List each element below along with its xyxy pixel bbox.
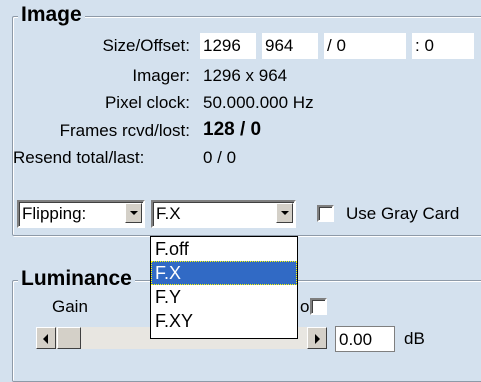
- offset-x-field[interactable]: / 0: [324, 33, 406, 59]
- gain-unit-label: dB: [404, 329, 425, 348]
- gain-slider-thumb[interactable]: [57, 327, 81, 349]
- chevron-down-icon: [130, 211, 138, 215]
- arrow-left-icon: [43, 334, 48, 344]
- size-offset-label: Size/Offset:: [102, 36, 190, 55]
- use-gray-card-label[interactable]: Use Gray Card: [346, 204, 459, 224]
- flipping-combo-text: Flipping:: [22, 204, 87, 223]
- pixel-clock-label: Pixel clock:: [104, 93, 190, 112]
- flip-mode-dropdown-button[interactable]: [276, 203, 293, 223]
- flipping-combo[interactable]: Flipping:: [17, 200, 145, 228]
- frames-label: Frames rcvd/lost:: [59, 121, 190, 140]
- luminance-group-title: Luminance: [18, 268, 135, 290]
- gain-slider-left-button[interactable]: [36, 327, 56, 349]
- flip-mode-selected: F.X: [156, 204, 181, 223]
- offset-y-field[interactable]: : 0: [412, 33, 474, 59]
- size-width-field[interactable]: 1296: [200, 33, 256, 59]
- flip-option[interactable]: F.off: [151, 237, 297, 261]
- gain-value-field[interactable]: 0.00: [335, 326, 395, 352]
- imager-value: 1296 x 964: [203, 66, 288, 85]
- flipping-dropdown-button[interactable]: [125, 203, 142, 223]
- resend-label: Resend total/last:: [13, 148, 145, 167]
- use-gray-card-checkbox[interactable]: [317, 205, 334, 222]
- imager-label: Imager:: [132, 66, 190, 85]
- auto-label: o: [300, 297, 310, 316]
- pixel-clock-value: 50.000.000 Hz: [203, 93, 314, 112]
- flip-option[interactable]: F.X: [151, 261, 297, 285]
- image-group-title: Image: [18, 4, 85, 26]
- gain-slider-right-button[interactable]: [307, 327, 327, 349]
- flip-mode-combo[interactable]: F.X: [151, 200, 296, 228]
- size-height-field[interactable]: 964: [262, 33, 318, 59]
- resend-value: 0 / 0: [203, 148, 237, 167]
- arrow-right-icon: [315, 334, 320, 344]
- flip-mode-dropdown-list[interactable]: F.off F.X F.Y F.XY: [150, 236, 298, 339]
- chevron-down-icon: [281, 211, 289, 215]
- flip-option[interactable]: F.Y: [151, 285, 297, 309]
- frames-value: 128 / 0: [203, 119, 262, 140]
- flip-option[interactable]: F.XY: [151, 309, 297, 333]
- gain-label: Gain: [52, 297, 88, 316]
- auto-gain-checkbox[interactable]: [310, 298, 327, 315]
